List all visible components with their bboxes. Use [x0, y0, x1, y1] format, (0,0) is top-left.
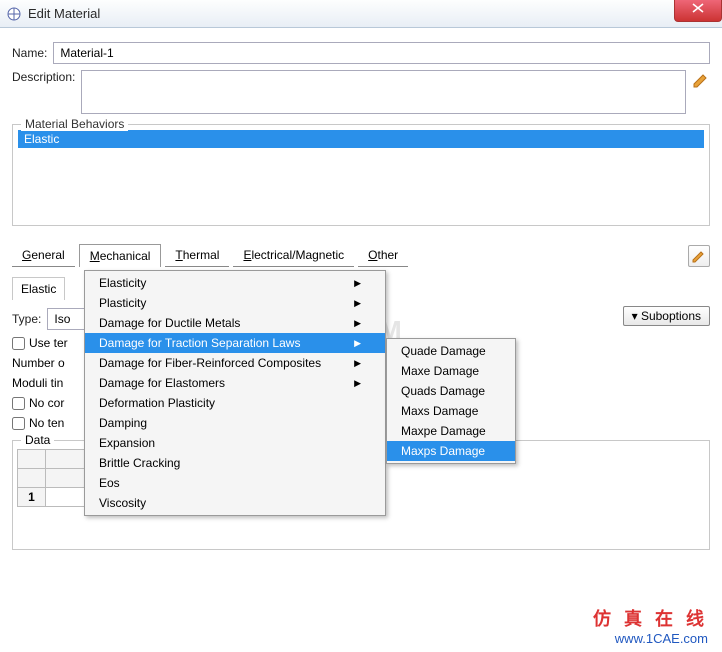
close-button[interactable]: [674, 0, 722, 22]
tab-other[interactable]: Other: [358, 244, 408, 267]
name-input[interactable]: [53, 42, 710, 64]
titlebar: Edit Material: [0, 0, 722, 28]
edit-behavior-button[interactable]: [688, 245, 710, 267]
moduli-label: Moduli tin: [12, 376, 63, 390]
use-temp-checkbox[interactable]: [12, 337, 25, 350]
mech-menu-item-8[interactable]: Expansion: [85, 433, 385, 453]
no-compression-checkbox[interactable]: [12, 397, 25, 410]
mech-menu-item-9[interactable]: Brittle Cracking: [85, 453, 385, 473]
footer: 仿 真 在 线 www.1CAE.com: [593, 605, 708, 646]
no-tension-checkbox[interactable]: [12, 417, 25, 430]
description-label: Description:: [12, 70, 75, 84]
mech-menu-item-1[interactable]: Plasticity▶: [85, 293, 385, 313]
damage-menu-item-1[interactable]: Maxe Damage: [387, 361, 515, 381]
app-icon: [6, 6, 22, 22]
behaviors-list[interactable]: Elastic: [17, 129, 705, 221]
suboptions-button[interactable]: ▾ Suboptions: [623, 306, 710, 326]
damage-traction-submenu[interactable]: Quade DamageMaxe DamageQuads DamageMaxs …: [386, 338, 516, 464]
damage-menu-item-4[interactable]: Maxpe Damage: [387, 421, 515, 441]
damage-menu-item-0[interactable]: Quade Damage: [387, 341, 515, 361]
field-vars-label: Number o: [12, 356, 65, 370]
elastic-header: Elastic: [12, 277, 65, 300]
use-temp-label: Use ter: [29, 336, 68, 350]
behavior-item[interactable]: Elastic: [18, 130, 704, 148]
footer-url: www.1CAE.com: [593, 631, 708, 646]
tab-electrical-magnetic[interactable]: Electrical/Magnetic: [233, 244, 354, 267]
mech-menu-item-4[interactable]: Damage for Fiber-Reinforced Composites▶: [85, 353, 385, 373]
behaviors-legend: Material Behaviors: [21, 117, 128, 131]
tab-thermal[interactable]: Thermal: [165, 244, 229, 267]
mech-menu-item-3[interactable]: Damage for Traction Separation Laws▶: [85, 333, 385, 353]
edit-icon[interactable]: [692, 70, 710, 88]
data-legend: Data: [21, 433, 54, 447]
type-label: Type:: [12, 312, 41, 326]
mech-menu-item-7[interactable]: Damping: [85, 413, 385, 433]
mech-menu-item-11[interactable]: Viscosity: [85, 493, 385, 513]
material-behaviors-group: Material Behaviors Elastic: [12, 124, 710, 226]
mechanical-menu[interactable]: Elasticity▶Plasticity▶Damage for Ductile…: [84, 270, 386, 516]
mech-menu-item-2[interactable]: Damage for Ductile Metals▶: [85, 313, 385, 333]
mech-menu-item-0[interactable]: Elasticity▶: [85, 273, 385, 293]
footer-cn: 仿 真 在 线: [593, 605, 708, 631]
window-title: Edit Material: [28, 6, 100, 21]
row-index: 1: [18, 488, 46, 507]
damage-menu-item-2[interactable]: Quads Damage: [387, 381, 515, 401]
mech-menu-item-5[interactable]: Damage for Elastomers▶: [85, 373, 385, 393]
name-label: Name:: [12, 46, 47, 60]
category-menubar: General Mechanical Thermal Electrical/Ma…: [12, 244, 710, 267]
damage-menu-item-3[interactable]: Maxs Damage: [387, 401, 515, 421]
tab-mechanical[interactable]: Mechanical: [79, 244, 162, 267]
no-compression-label: No cor: [29, 396, 64, 410]
tab-general[interactable]: General: [12, 244, 75, 267]
mech-menu-item-10[interactable]: Eos: [85, 473, 385, 493]
no-tension-label: No ten: [29, 416, 64, 430]
mech-menu-item-6[interactable]: Deformation Plasticity: [85, 393, 385, 413]
damage-menu-item-5[interactable]: Maxps Damage: [387, 441, 515, 461]
description-input[interactable]: [81, 70, 686, 114]
